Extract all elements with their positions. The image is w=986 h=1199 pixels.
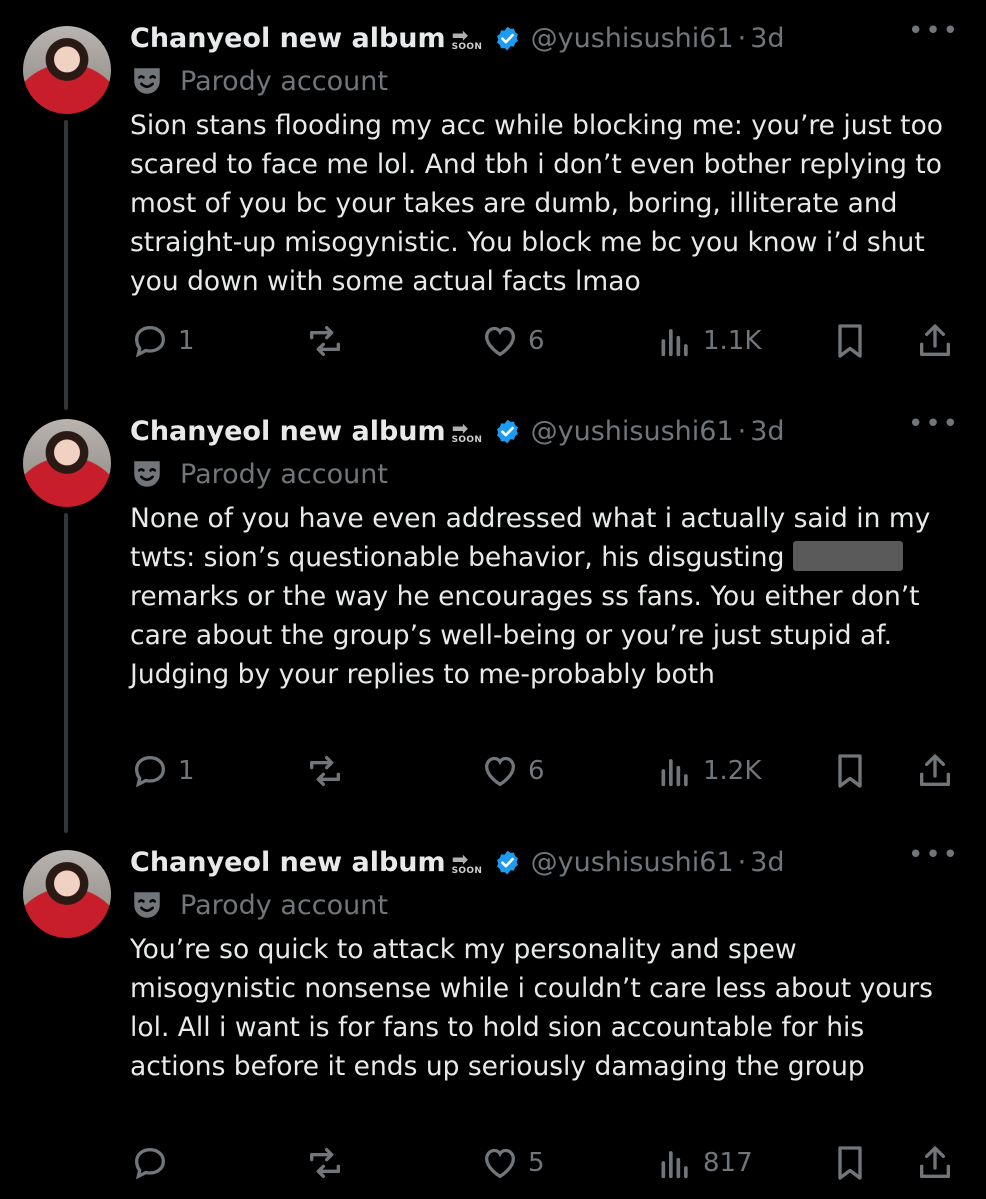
reply-count: 1 [178,756,195,786]
reply-icon [134,325,166,358]
like-button[interactable]: 5 [480,1143,545,1183]
parody-label: Parody account [130,64,388,98]
repost-icon [310,756,340,786]
redacted-word [792,541,903,571]
more-options-icon[interactable]: ••• [908,16,960,46]
views-icon [661,1151,688,1179]
display-name[interactable]: Chanyeol new album [130,416,446,447]
repost-button[interactable] [305,1143,353,1183]
like-button[interactable]: 6 [480,751,545,791]
soon-arrow-emoji: ➡ SOON [451,416,483,445]
timestamp[interactable]: 3d [750,416,784,447]
timestamp[interactable]: 3d [750,847,784,878]
thread-connector-line [64,120,68,410]
share-icon [920,1146,950,1178]
views-button[interactable]: 1.2K [655,751,761,791]
handle[interactable]: @yushisushi61 [531,847,734,878]
parody-text: Parody account [180,65,388,97]
tweet-text: Sion stans flooding my acc while blockin… [130,110,943,297]
separator: · [737,846,747,878]
bookmark-button[interactable] [830,751,870,791]
more-options-icon[interactable]: ••• [908,409,960,439]
like-count: 6 [528,326,545,356]
repost-icon [310,326,340,356]
display-name[interactable]: Chanyeol new album [130,847,446,878]
views-count: 1.1K [703,326,762,356]
separator: · [737,415,747,447]
tweet-text: You’re so quick to attack my personality… [130,934,933,1082]
verified-badge-icon [496,419,518,443]
views-count: 1.2K [703,756,762,786]
bookmark-button[interactable] [830,1143,870,1183]
theater-mask-icon [134,68,160,94]
like-count: 6 [528,756,545,786]
reply-icon [134,1147,166,1180]
repost-button[interactable] [305,751,353,791]
tweet-header: Chanyeol new album ➡ SOON @yushisushi61 ·… [130,409,785,453]
bookmark-button[interactable] [830,321,870,361]
action-bar: 5 817 [130,1143,960,1193]
views-button[interactable]: 1.1K [655,321,761,361]
action-bar: 1 6 1.1K [130,321,960,371]
share-button[interactable] [915,751,955,791]
tweet-text-part: remarks or the way he encourages ss fans… [130,581,920,690]
display-name[interactable]: Chanyeol new album [130,23,446,54]
views-button[interactable]: 817 [655,1143,753,1183]
bookmark-icon [838,324,862,358]
views-icon [661,759,688,787]
avatar[interactable] [23,850,111,938]
soon-arrow-emoji: ➡ SOON [451,847,483,876]
like-icon [484,756,516,787]
like-icon [484,1148,516,1179]
reply-button[interactable]: 1 [130,751,195,791]
bookmark-icon [838,1146,862,1180]
parody-label: Parody account [130,888,388,922]
share-icon [920,324,950,356]
timestamp[interactable]: 3d [750,23,784,54]
share-button[interactable] [915,321,955,361]
repost-button[interactable] [305,321,353,361]
reply-button[interactable]: 1 [130,321,195,361]
reply-count: 1 [178,326,195,356]
avatar[interactable] [23,26,111,114]
reply-button[interactable] [130,1143,178,1183]
repost-icon [310,1148,340,1178]
share-button[interactable] [915,1143,955,1183]
action-bar: 1 6 1.2K [130,751,960,801]
handle[interactable]: @yushisushi61 [531,416,734,447]
tweet-header: Chanyeol new album ➡ SOON @yushisushi61 ·… [130,840,785,884]
reply-icon [134,755,166,788]
parody-text: Parody account [180,458,388,490]
tweet-header: Chanyeol new album ➡ SOON @yushisushi61 ·… [130,16,785,60]
bookmark-icon [838,754,862,788]
parody-text: Parody account [180,889,388,921]
views-count: 817 [703,1148,753,1178]
like-count: 5 [528,1148,545,1178]
theater-mask-icon [134,461,160,487]
soon-arrow-emoji: ➡ SOON [451,23,483,52]
share-icon [920,754,950,786]
views-icon [661,329,688,357]
separator: · [737,22,747,54]
avatar[interactable] [23,419,111,507]
like-icon [484,326,516,357]
handle[interactable]: @yushisushi61 [531,23,734,54]
verified-badge-icon [496,850,518,874]
tweet-text: None of you have even addressed what i a… [130,499,960,694]
theater-mask-icon [134,892,160,918]
more-options-icon[interactable]: ••• [908,840,960,870]
like-button[interactable]: 6 [480,321,545,361]
parody-label: Parody account [130,457,388,491]
verified-badge-icon [496,26,518,50]
thread-connector-line [64,513,68,833]
